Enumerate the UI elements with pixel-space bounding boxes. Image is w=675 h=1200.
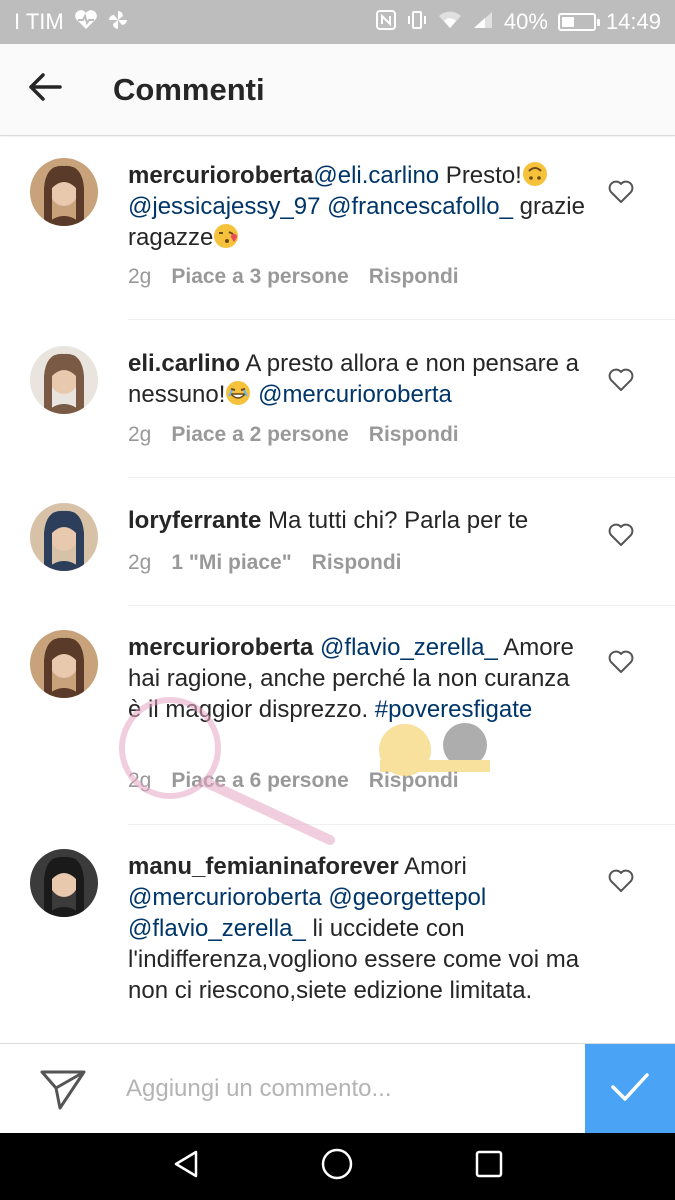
header-bar: Commenti [0, 44, 675, 136]
like-heart-icon[interactable] [608, 180, 638, 210]
reply-button[interactable]: Rispondi [369, 265, 459, 289]
clock: 14:49 [605, 9, 661, 34]
checkmark-icon [610, 1072, 650, 1107]
like-heart-icon[interactable] [608, 650, 638, 680]
page-title: Commenti [113, 71, 265, 107]
mention-link[interactable]: @flavio_zerella_ [313, 634, 498, 661]
comment-meta: 2g Piace a 2 persone Rispondi [128, 423, 459, 447]
avatar[interactable] [30, 503, 98, 571]
like-heart-icon[interactable] [608, 869, 638, 899]
comment-username[interactable]: eli.carlino [128, 350, 240, 377]
system-nav-bar [0, 1133, 675, 1200]
comment-time: 2g [128, 423, 152, 446]
carrier-label: I TIM [14, 9, 64, 34]
like-heart-icon[interactable] [608, 523, 638, 553]
reply-button[interactable]: Rispondi [369, 769, 459, 793]
battery-fill [561, 17, 574, 27]
kissing-face-emoji-icon [213, 223, 239, 249]
mention-link[interactable]: @flavio_zerella_ [128, 915, 306, 942]
nav-back-button[interactable] [156, 1137, 216, 1197]
comment-meta: 2g Piace a 3 persone Rispondi [128, 265, 459, 289]
arrow-left-icon [28, 72, 62, 107]
avatar[interactable] [30, 346, 98, 414]
like-heart-icon[interactable] [608, 368, 638, 398]
comment-text: loryferrante Ma tutti chi? Parla per te [128, 505, 588, 536]
comment-row[interactable]: mercurioroberta@eli.carlino Presto! @jes… [0, 137, 675, 320]
mention-link[interactable]: @georgettepol [322, 884, 486, 911]
comment-divider [128, 319, 675, 320]
battery-percent: 40% [503, 9, 548, 34]
status-left: I TIM [14, 9, 128, 35]
comment-divider [128, 605, 675, 606]
comment-body-text: Ma tutti chi? Parla per te [261, 507, 529, 534]
comment-time: 2g [128, 769, 152, 792]
comment-divider [128, 824, 675, 825]
back-button[interactable] [0, 44, 90, 136]
vibrate-icon [406, 10, 428, 34]
comment-composer [0, 1043, 675, 1134]
status-bar: I TIM 40% 14:49 [0, 0, 675, 44]
comments-list[interactable]: mercurioroberta@eli.carlino Presto! @jes… [0, 137, 675, 1043]
mention-link[interactable]: @mercurioroberta [128, 884, 322, 911]
paper-plane-icon[interactable] [38, 1064, 88, 1114]
mention-link[interactable]: @jessicajessy_97 [128, 193, 320, 220]
comment-username[interactable]: manu_femianinaforever [128, 853, 399, 880]
battery-icon [557, 13, 600, 31]
reply-button[interactable]: Rispondi [369, 423, 459, 447]
comment-time: 2g [128, 551, 152, 574]
back-triangle-icon [170, 1148, 202, 1185]
comment-body-text: Amori [398, 853, 467, 880]
reply-button[interactable]: Rispondi [312, 551, 402, 575]
comment-text: mercurioroberta@eli.carlino Presto! @jes… [128, 160, 588, 253]
likes-link[interactable]: Piace a 2 persone [171, 423, 348, 447]
heart-pulse-icon [74, 10, 98, 34]
mention-link[interactable]: @mercurioroberta [251, 381, 452, 408]
status-right: 40% 14:49 [375, 9, 661, 35]
likes-link[interactable]: 1 "Mi piace" [171, 551, 291, 575]
grinning-face-emoji-icon [225, 380, 251, 406]
comment-row[interactable]: loryferrante Ma tutti chi? Parla per te 2… [0, 479, 675, 606]
nav-recents-button[interactable] [459, 1137, 519, 1197]
upside-down-face-emoji-icon [522, 161, 548, 187]
hashtag-link[interactable]: #poveresfigate [375, 696, 532, 723]
wifi-icon [438, 10, 462, 34]
nfc-icon [375, 10, 396, 34]
comment-divider [128, 477, 675, 478]
avatar[interactable] [30, 158, 98, 226]
signal-icon [472, 10, 494, 34]
comment-meta: 2g 1 "Mi piace" Rispondi [128, 551, 401, 575]
comment-time: 2g [128, 265, 152, 288]
comment-username[interactable]: mercurioroberta [128, 634, 313, 661]
comment-row[interactable]: manu_femianinaforever Amori @mercuriorob… [0, 826, 675, 1043]
home-circle-icon [320, 1147, 354, 1186]
mention-link[interactable]: @francescafollo_ [320, 193, 513, 220]
comment-username[interactable]: loryferrante [128, 507, 261, 534]
comment-meta: 2g Piace a 6 persone Rispondi [128, 769, 459, 793]
recents-square-icon [474, 1149, 504, 1184]
comment-input[interactable] [126, 1066, 566, 1112]
comment-row[interactable]: mercurioroberta @flavio_zerella_ Amore h… [0, 607, 675, 825]
likes-link[interactable]: Piace a 3 persone [171, 265, 348, 289]
comment-username[interactable]: mercurioroberta [128, 162, 313, 189]
comment-text: mercurioroberta @flavio_zerella_ Amore h… [128, 632, 588, 725]
submit-comment-button[interactable] [585, 1044, 675, 1134]
comment-body-text: Presto! [439, 162, 522, 189]
comment-text: eli.carlino A presto allora e non pensar… [128, 348, 588, 410]
nav-home-button[interactable] [307, 1137, 367, 1197]
mention-link[interactable]: @eli.carlino [313, 162, 439, 189]
comment-text: manu_femianinaforever Amori @mercuriorob… [128, 851, 588, 1006]
avatar[interactable] [30, 630, 98, 698]
pinwheel-icon [108, 10, 128, 34]
likes-link[interactable]: Piace a 6 persone [171, 769, 348, 793]
avatar[interactable] [30, 849, 98, 917]
comment-row[interactable]: eli.carlino A presto allora e non pensar… [0, 321, 675, 478]
